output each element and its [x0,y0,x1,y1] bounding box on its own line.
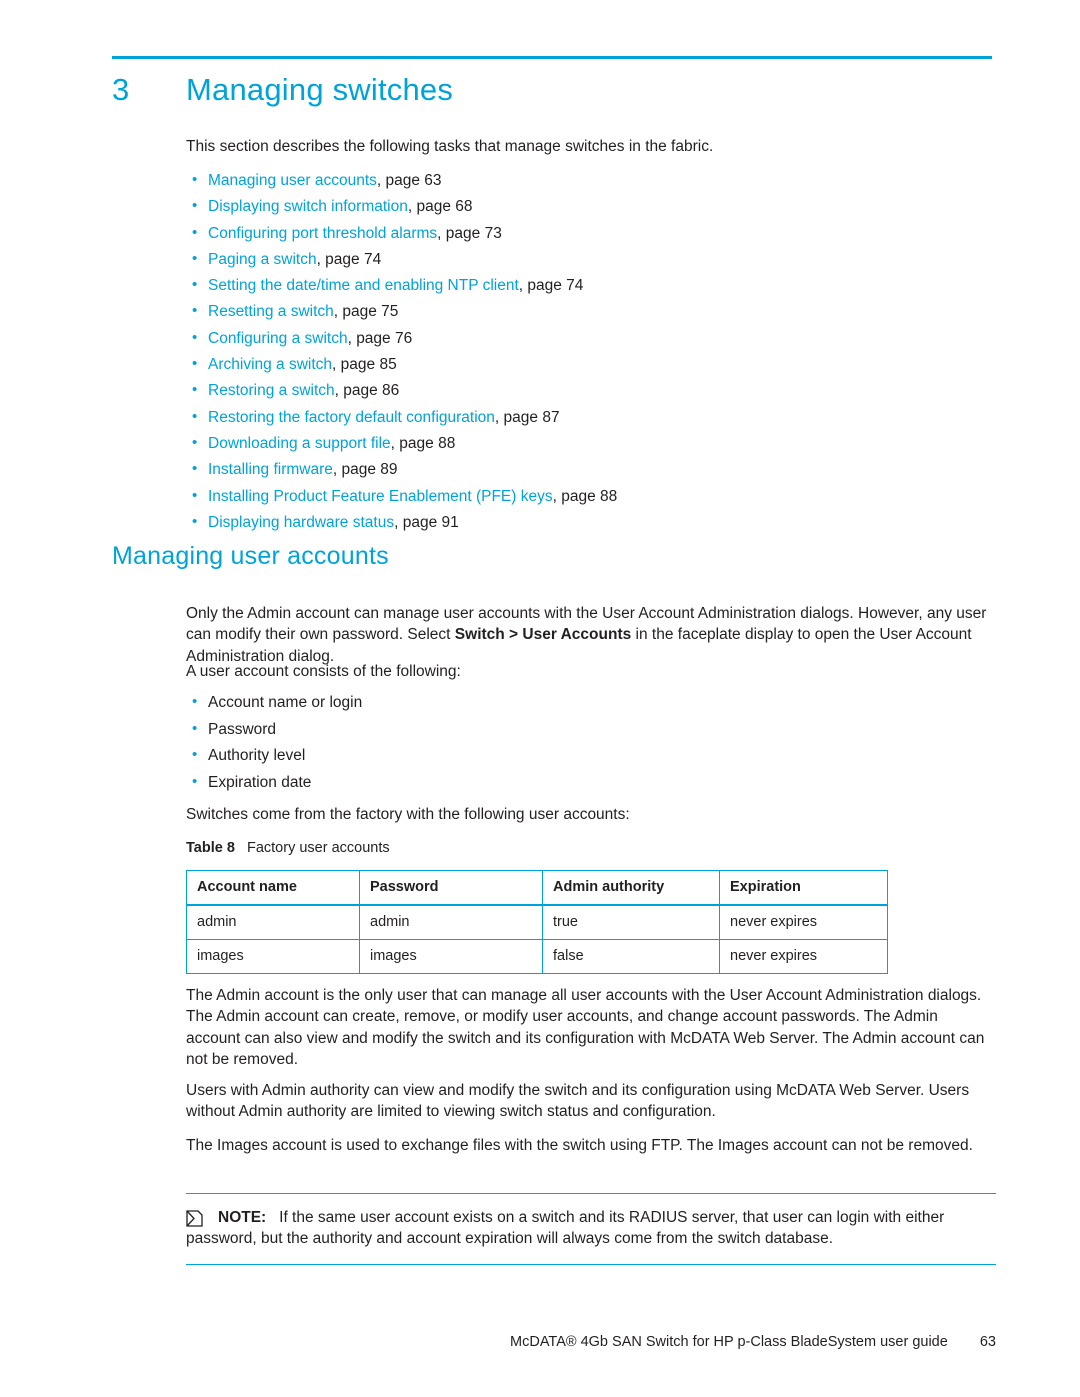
table-cell: admin [359,904,543,940]
xref-page-ref: , page 89 [332,461,398,479]
xref-list-item[interactable]: Archiving a switch, page 85 [186,351,996,378]
xref-link[interactable]: Installing firmware [208,461,333,478]
chapter-heading: 3 Managing switches [112,72,992,108]
xref-link[interactable]: Displaying hardware status [208,514,394,531]
table-cell: images [359,939,543,974]
header-rule [112,56,992,59]
xref-page-ref: , page 73 [437,224,502,242]
paragraph-admin-authority: Users with Admin authority can view and … [186,1082,970,1121]
xref-link[interactable]: Restoring the factory default configurat… [208,409,495,426]
table-header: Account name Password Admin authority Expir… [186,870,888,906]
xref-page-ref: , page 88 [552,487,618,505]
table-row: images images false never expires [186,939,888,974]
xref-list-item[interactable]: Restoring the factory default configurat… [186,404,996,431]
account-attributes-list: Account name or loginPasswordAuthority l… [186,689,996,797]
factory-user-accounts-table: Account name Password Admin authority Expir… [186,870,888,974]
xref-link[interactable]: Managing user accounts [208,172,377,189]
page-number: 63 [979,1334,996,1350]
xref-link[interactable]: Configuring a switch [208,330,348,347]
account-attribute-item: Authority level [186,742,996,770]
note-icon [186,1210,203,1227]
intro-paragraph: This section describes the following tas… [186,138,714,155]
xref-link[interactable]: Downloading a support file [208,435,391,452]
xref-list-item[interactable]: Configuring a switch, page 76 [186,325,996,352]
xref-list-item[interactable]: Restoring a switch, page 86 [186,377,996,404]
table-column-header: Admin authority [542,870,720,906]
note-bottom-rule [186,1263,996,1265]
cross-reference-list: Managing user accounts, page 63Displayin… [186,167,996,536]
xref-list-item[interactable]: Managing user accounts, page 63 [186,167,996,194]
document-page: 3 Managing switches This section describ… [0,0,1080,1397]
table-header-row: Account name Password Admin authority Expir… [186,870,888,906]
xref-list-item[interactable]: Installing firmware, page 89 [186,456,996,483]
xref-page-ref: , page 75 [333,303,399,321]
xref-page-ref: , page 68 [407,198,473,216]
table-caption: Table 8 Factory user accounts [186,840,390,856]
xref-list-item[interactable]: Displaying switch information, page 68 [186,193,996,220]
xref-list-item[interactable]: Installing Product Feature Enablement (P… [186,483,996,510]
table-column-header: Password [359,870,543,906]
xref-list-item[interactable]: Resetting a switch, page 75 [186,298,996,325]
table-cell: false [542,939,720,974]
table-caption-label: Table 8 [186,840,235,856]
xref-link[interactable]: Restoring a switch [208,382,335,399]
xref-link[interactable]: Setting the date/time and enabling NTP c… [208,277,519,294]
note-block: NOTE: If the same user account exists on… [186,1193,996,1265]
paragraph-admin-only: The Admin account is the only user that … [186,987,985,1069]
xref-page-ref: , page 63 [376,172,442,189]
table-cell: true [542,904,720,940]
xref-link[interactable]: Resetting a switch [208,303,334,320]
chapter-number: 3 [112,72,130,107]
xref-link[interactable]: Configuring port threshold alarms [208,225,437,242]
table-column-header: Account name [186,870,360,906]
xref-page-ref: , page 88 [390,434,456,452]
table-cell: admin [186,904,360,940]
account-attribute-item: Expiration date [186,769,996,797]
paragraph-images-account: The Images account is used to exchange f… [186,1137,973,1154]
table-cell: never expires [719,939,888,974]
paragraph-account-consists: A user account consists of the following… [186,663,461,680]
xref-link[interactable]: Archiving a switch [208,356,332,373]
xref-link[interactable]: Installing Product Feature Enablement (P… [208,488,553,505]
table-cell: images [186,939,360,974]
section-heading: Managing user accounts [112,542,389,570]
xref-page-ref: , page 87 [494,408,560,426]
xref-page-ref: , page 91 [394,513,459,531]
xref-list-item[interactable]: Paging a switch, page 74 [186,246,996,273]
xref-link[interactable]: Displaying switch information [208,198,408,215]
xref-link[interactable]: Paging a switch [208,251,317,268]
paragraph-admin-accounts: Only the Admin account can manage user a… [186,603,996,667]
xref-page-ref: , page 74 [518,277,584,295]
table-body: admin admin true never expires images images f… [186,904,888,974]
account-attribute-item: Password [186,716,996,744]
xref-page-ref: , page 76 [347,329,413,347]
xref-list-item[interactable]: Downloading a support file, page 88 [186,430,996,457]
note-label: NOTE: [218,1209,267,1226]
table-column-header: Expiration [719,870,888,906]
chapter-title: Managing switches [186,72,454,107]
paragraph-factory-accounts: Switches come from the factory with the … [186,806,630,823]
note-body: NOTE: If the same user account exists on… [186,1194,996,1264]
table-caption-text: Factory user accounts [246,840,390,856]
xref-page-ref: , page 85 [332,356,397,374]
table-cell: never expires [719,904,888,940]
xref-page-ref: , page 74 [316,250,382,268]
menu-path-bold: Switch > User Accounts [454,626,632,644]
account-attribute-item: Account name or login [186,689,996,717]
xref-list-item[interactable]: Setting the date/time and enabling NTP c… [186,272,996,299]
footer-title: McDATA® 4Gb SAN Switch for HP p-Class Bl… [510,1334,948,1350]
xref-page-ref: , page 86 [334,382,400,400]
xref-list-item[interactable]: Configuring port threshold alarms, page … [186,220,996,247]
xref-list-item[interactable]: Displaying hardware status, page 91 [186,509,996,536]
table-row: admin admin true never expires [186,904,888,940]
page-footer: McDATA® 4Gb SAN Switch for HP p-Class Bl… [186,1334,996,1350]
note-text: NOTE: If the same user account exists on… [186,1207,996,1250]
note-content: If the same user account exists on a swi… [186,1209,945,1248]
